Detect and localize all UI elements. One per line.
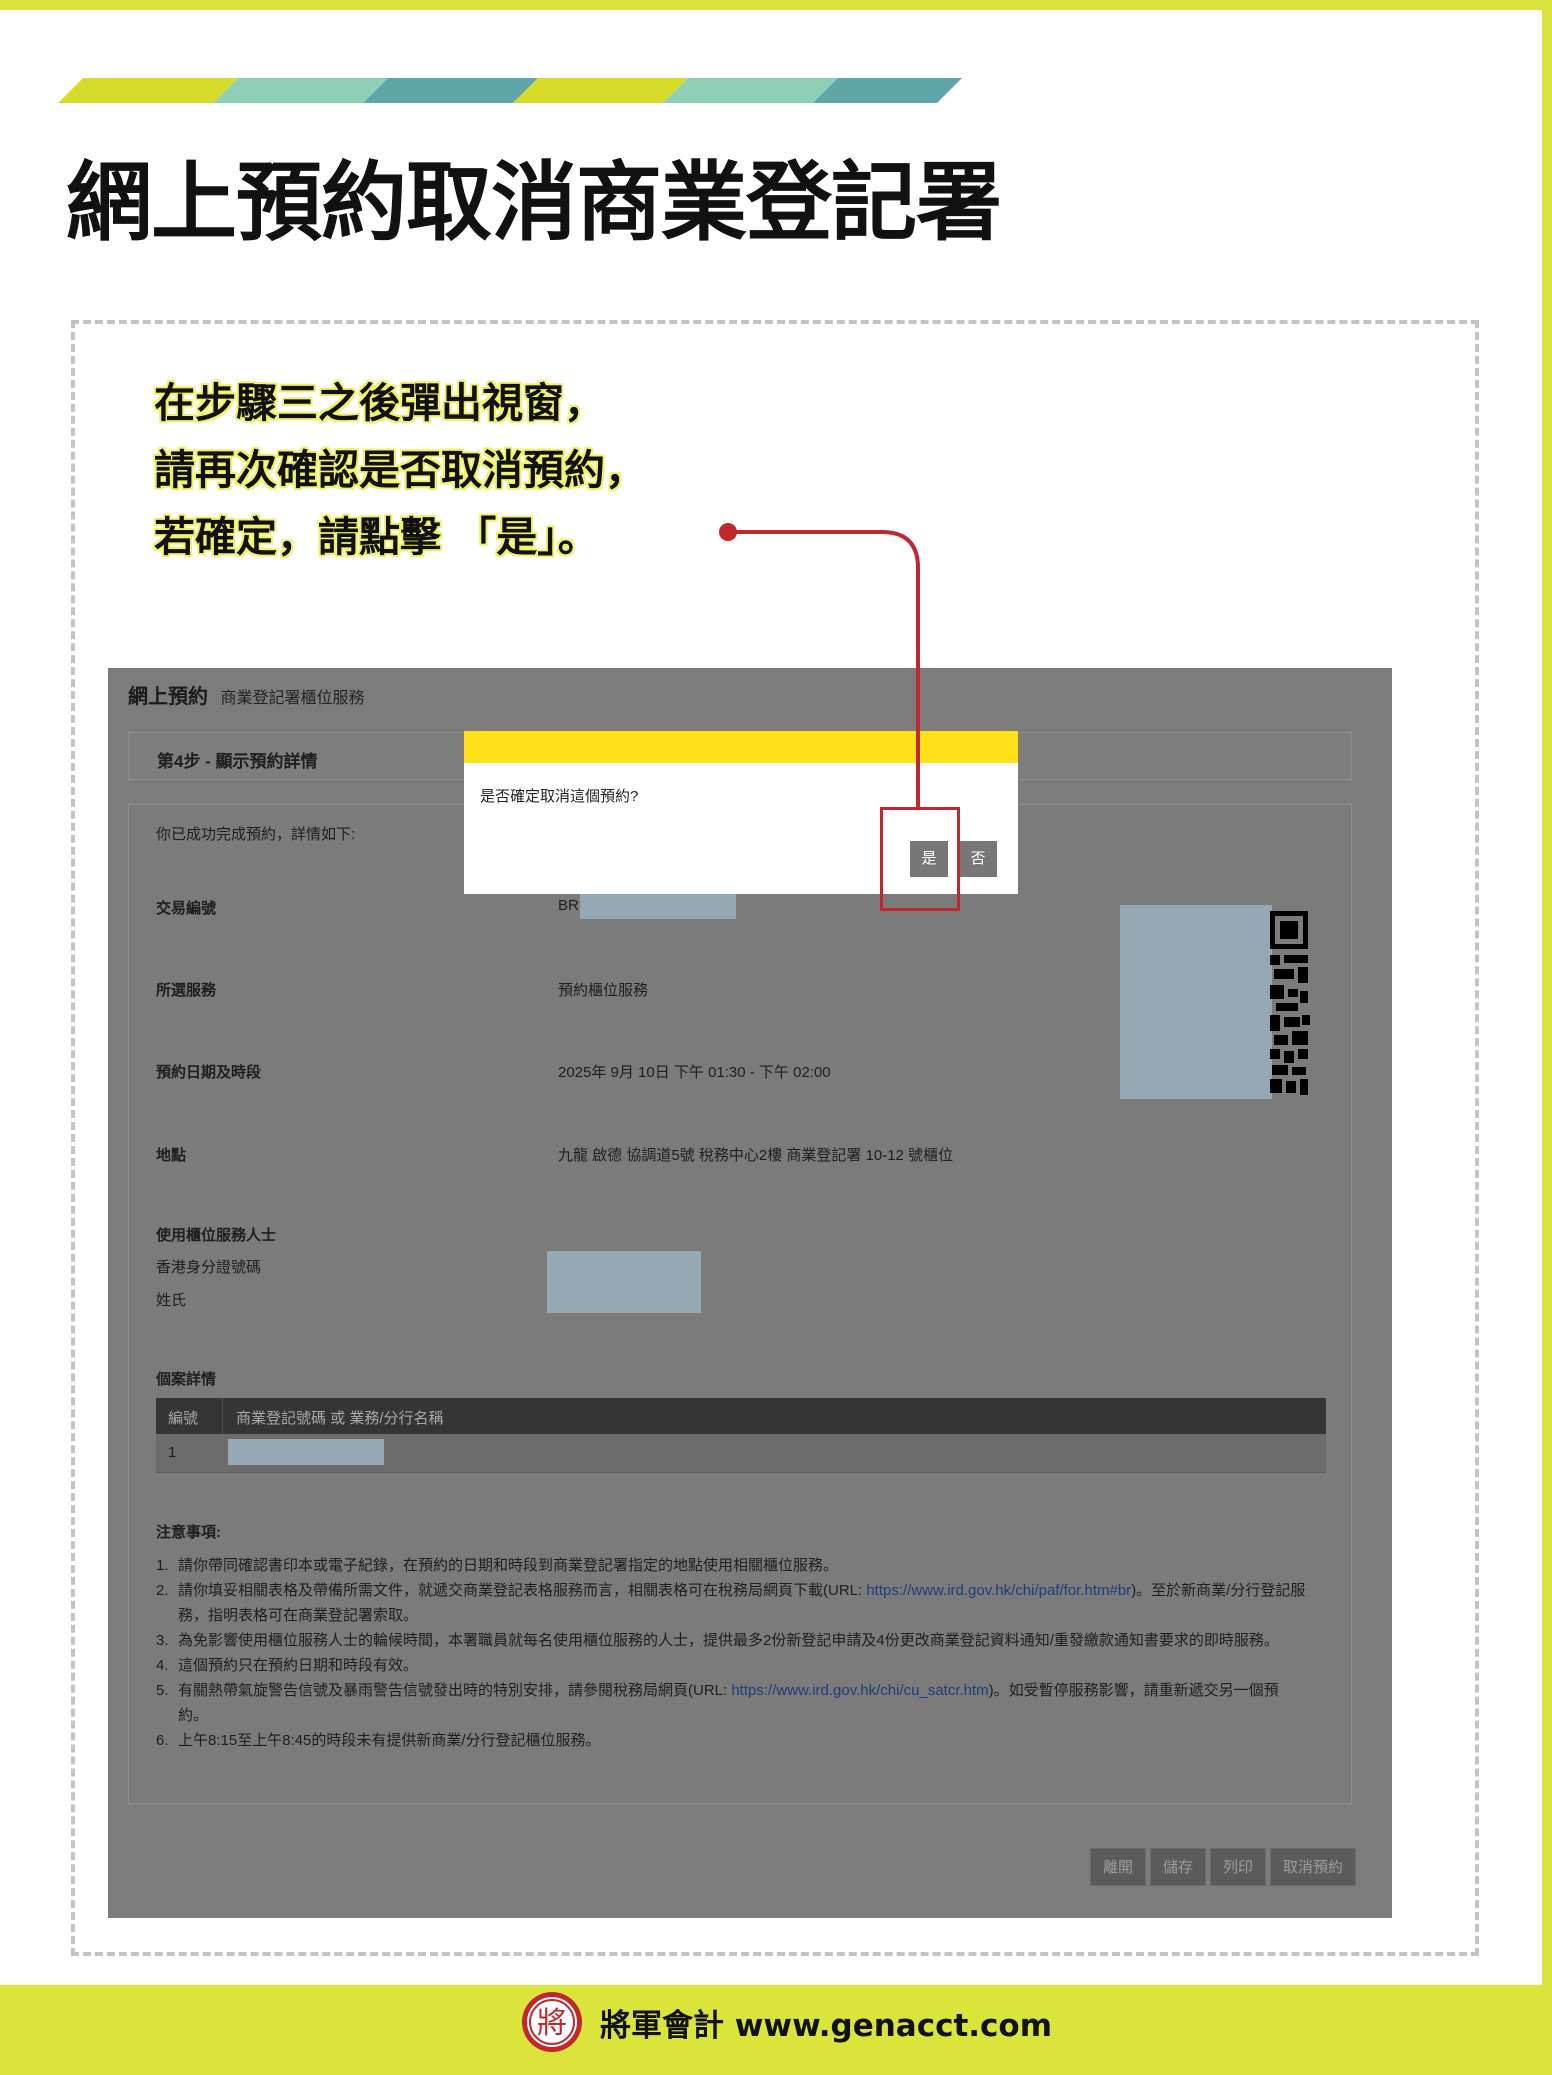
case-table-header: 編號 商業登記號碼 或 業務/分行名稱 bbox=[156, 1398, 1326, 1434]
top-border bbox=[0, 0, 1552, 10]
note-number: 3. bbox=[156, 1632, 169, 1649]
highlight-box bbox=[880, 807, 960, 911]
instruction-line-1: 在步驟三之後彈出視窗， bbox=[154, 379, 605, 427]
service-label: 所選服務 bbox=[156, 982, 217, 999]
footer-text[interactable]: 將軍會計 www.genacct.com bbox=[600, 2000, 1052, 2045]
case-heading: 個案詳情 bbox=[156, 1371, 217, 1388]
note-item: 4. 這個預約只在預約日期和時段有效。 bbox=[156, 1653, 1306, 1678]
note-text: 上午8:15至上午8:45的時段未有提供新商業/分行登記櫃位服務。 bbox=[178, 1732, 601, 1749]
no-button[interactable]: 否 bbox=[959, 841, 997, 877]
form-download-link[interactable]: https://www.ird.gov.hk/chi/paf/for.htm#b… bbox=[866, 1582, 1131, 1599]
qr-code-icon bbox=[1270, 911, 1310, 1095]
note-number: 6. bbox=[156, 1732, 169, 1749]
datetime-label: 預約日期及時段 bbox=[156, 1064, 262, 1081]
note-text: 這個預約只在預約日期和時段有效。 bbox=[178, 1657, 419, 1674]
decorative-stripes bbox=[58, 78, 962, 103]
col-header-name: 商業登記號碼 或 業務/分行名稱 bbox=[236, 1410, 444, 1427]
note-number: 4. bbox=[156, 1657, 169, 1674]
note-item: 2. 請你填妥相關表格及帶備所需文件，就遞交商業登記表格服務而言，相關表格可在稅… bbox=[156, 1578, 1306, 1628]
screenshot-subtitle: 商業登記署櫃位服務 bbox=[220, 690, 365, 707]
user-label: 使用櫃位服務人士 bbox=[156, 1227, 277, 1244]
note-item: 3. 為免影響使用櫃位服務人士的輪候時間，本署職員就每名使用櫃位服務的人士，提供… bbox=[156, 1628, 1306, 1653]
step-label: 第4步 - 顯示預約詳情 bbox=[157, 752, 318, 771]
service-value: 預約櫃位服務 bbox=[558, 982, 649, 999]
instruction-line-3: 若確定，請點擊 「是」。 bbox=[154, 513, 599, 561]
note-item: 1. 請你帶同確認書印本或電子紀錄，在預約的日期和時段到商業登記署指定的地點使用… bbox=[156, 1553, 1306, 1578]
print-button[interactable]: 列印 bbox=[1209, 1848, 1266, 1886]
screenshot-header: 網上預約 商業登記署櫃位服務 bbox=[128, 680, 364, 709]
screenshot-title: 網上預約 bbox=[128, 686, 208, 708]
note-text: 有關熱帶氣旋警告信號及暴雨警告信號發出時的特別安排，請參閱稅務局網頁(URL: bbox=[178, 1682, 732, 1699]
poster-title: 網上預約取消商業登記署 bbox=[66, 152, 1002, 253]
right-border bbox=[1542, 0, 1552, 2075]
weather-arrangement-link[interactable]: https://www.ird.gov.hk/chi/cu_satcr.htm bbox=[731, 1682, 988, 1699]
transaction-value: BR bbox=[558, 897, 579, 914]
seal-logo-icon: 將 bbox=[522, 1992, 582, 2052]
instruction-line-2: 請再次確認是否取消預約， bbox=[154, 446, 646, 494]
note-text: 請你帶同確認書印本或電子紀錄，在預約的日期和時段到商業登記署指定的地點使用相關櫃… bbox=[178, 1557, 839, 1574]
note-text: 請你填妥相關表格及帶備所需文件，就遞交商業登記表格服務而言，相關表格可在稅務局網… bbox=[178, 1582, 867, 1599]
redacted-qr-area bbox=[1120, 905, 1272, 1099]
leave-button[interactable]: 離開 bbox=[1089, 1848, 1146, 1886]
location-label: 地點 bbox=[156, 1147, 187, 1164]
col-divider bbox=[222, 1398, 223, 1434]
note-item: 5. 有關熱帶氣旋警告信號及暴雨警告信號發出時的特別安排，請參閱稅務局網頁(UR… bbox=[156, 1678, 1306, 1728]
action-buttons: 離開 儲存 列印 取消預約 bbox=[1089, 1848, 1356, 1886]
row-number: 1 bbox=[168, 1444, 177, 1461]
col-header-number: 編號 bbox=[168, 1410, 199, 1427]
surname-label: 姓氏 bbox=[156, 1292, 187, 1309]
note-number: 1. bbox=[156, 1557, 169, 1574]
notes-section: 注意事項: 1. 請你帶同確認書印本或電子紀錄，在預約的日期和時段到商業登記署指… bbox=[156, 1520, 1306, 1753]
redacted-business-name bbox=[228, 1439, 384, 1465]
intro-text: 你已成功完成預約，詳情如下: bbox=[156, 826, 356, 843]
poster: 網上預約取消商業登記署 在步驟三之後彈出視窗， 請再次確認是否取消預約， 若確定… bbox=[0, 0, 1552, 2075]
redacted-user-info bbox=[547, 1251, 701, 1313]
location-value: 九龍 啟德 協調道5號 稅務中心2樓 商業登記署 10-12 號櫃位 bbox=[558, 1147, 954, 1164]
note-text: 為免影響使用櫃位服務人士的輪候時間，本署職員就每名使用櫃位服務的人士，提供最多2… bbox=[178, 1632, 1279, 1649]
transaction-label: 交易編號 bbox=[156, 900, 217, 917]
table-row: 1 bbox=[156, 1434, 1326, 1473]
note-item: 6. 上午8:15至上午8:45的時段未有提供新商業/分行登記櫃位服務。 bbox=[156, 1728, 1306, 1753]
dialog-message: 是否確定取消這個預約? bbox=[480, 788, 639, 805]
instruction-text: 在步驟三之後彈出視窗， 請再次確認是否取消預約， 若確定，請點擊 「是」。 bbox=[154, 370, 646, 571]
cancel-booking-button[interactable]: 取消預約 bbox=[1269, 1848, 1356, 1886]
dialog-title-bar bbox=[464, 731, 1018, 763]
notes-heading: 注意事項: bbox=[156, 1524, 221, 1541]
redacted-transaction bbox=[580, 893, 736, 919]
note-number: 5. bbox=[156, 1682, 169, 1699]
save-button[interactable]: 儲存 bbox=[1149, 1848, 1206, 1886]
logo-character: 將 bbox=[537, 2006, 567, 2041]
datetime-value: 2025年 9月 10日 下午 01:30 - 下午 02:00 bbox=[558, 1064, 831, 1081]
id-label: 香港身分證號碼 bbox=[156, 1259, 262, 1276]
note-number: 2. bbox=[156, 1582, 169, 1599]
